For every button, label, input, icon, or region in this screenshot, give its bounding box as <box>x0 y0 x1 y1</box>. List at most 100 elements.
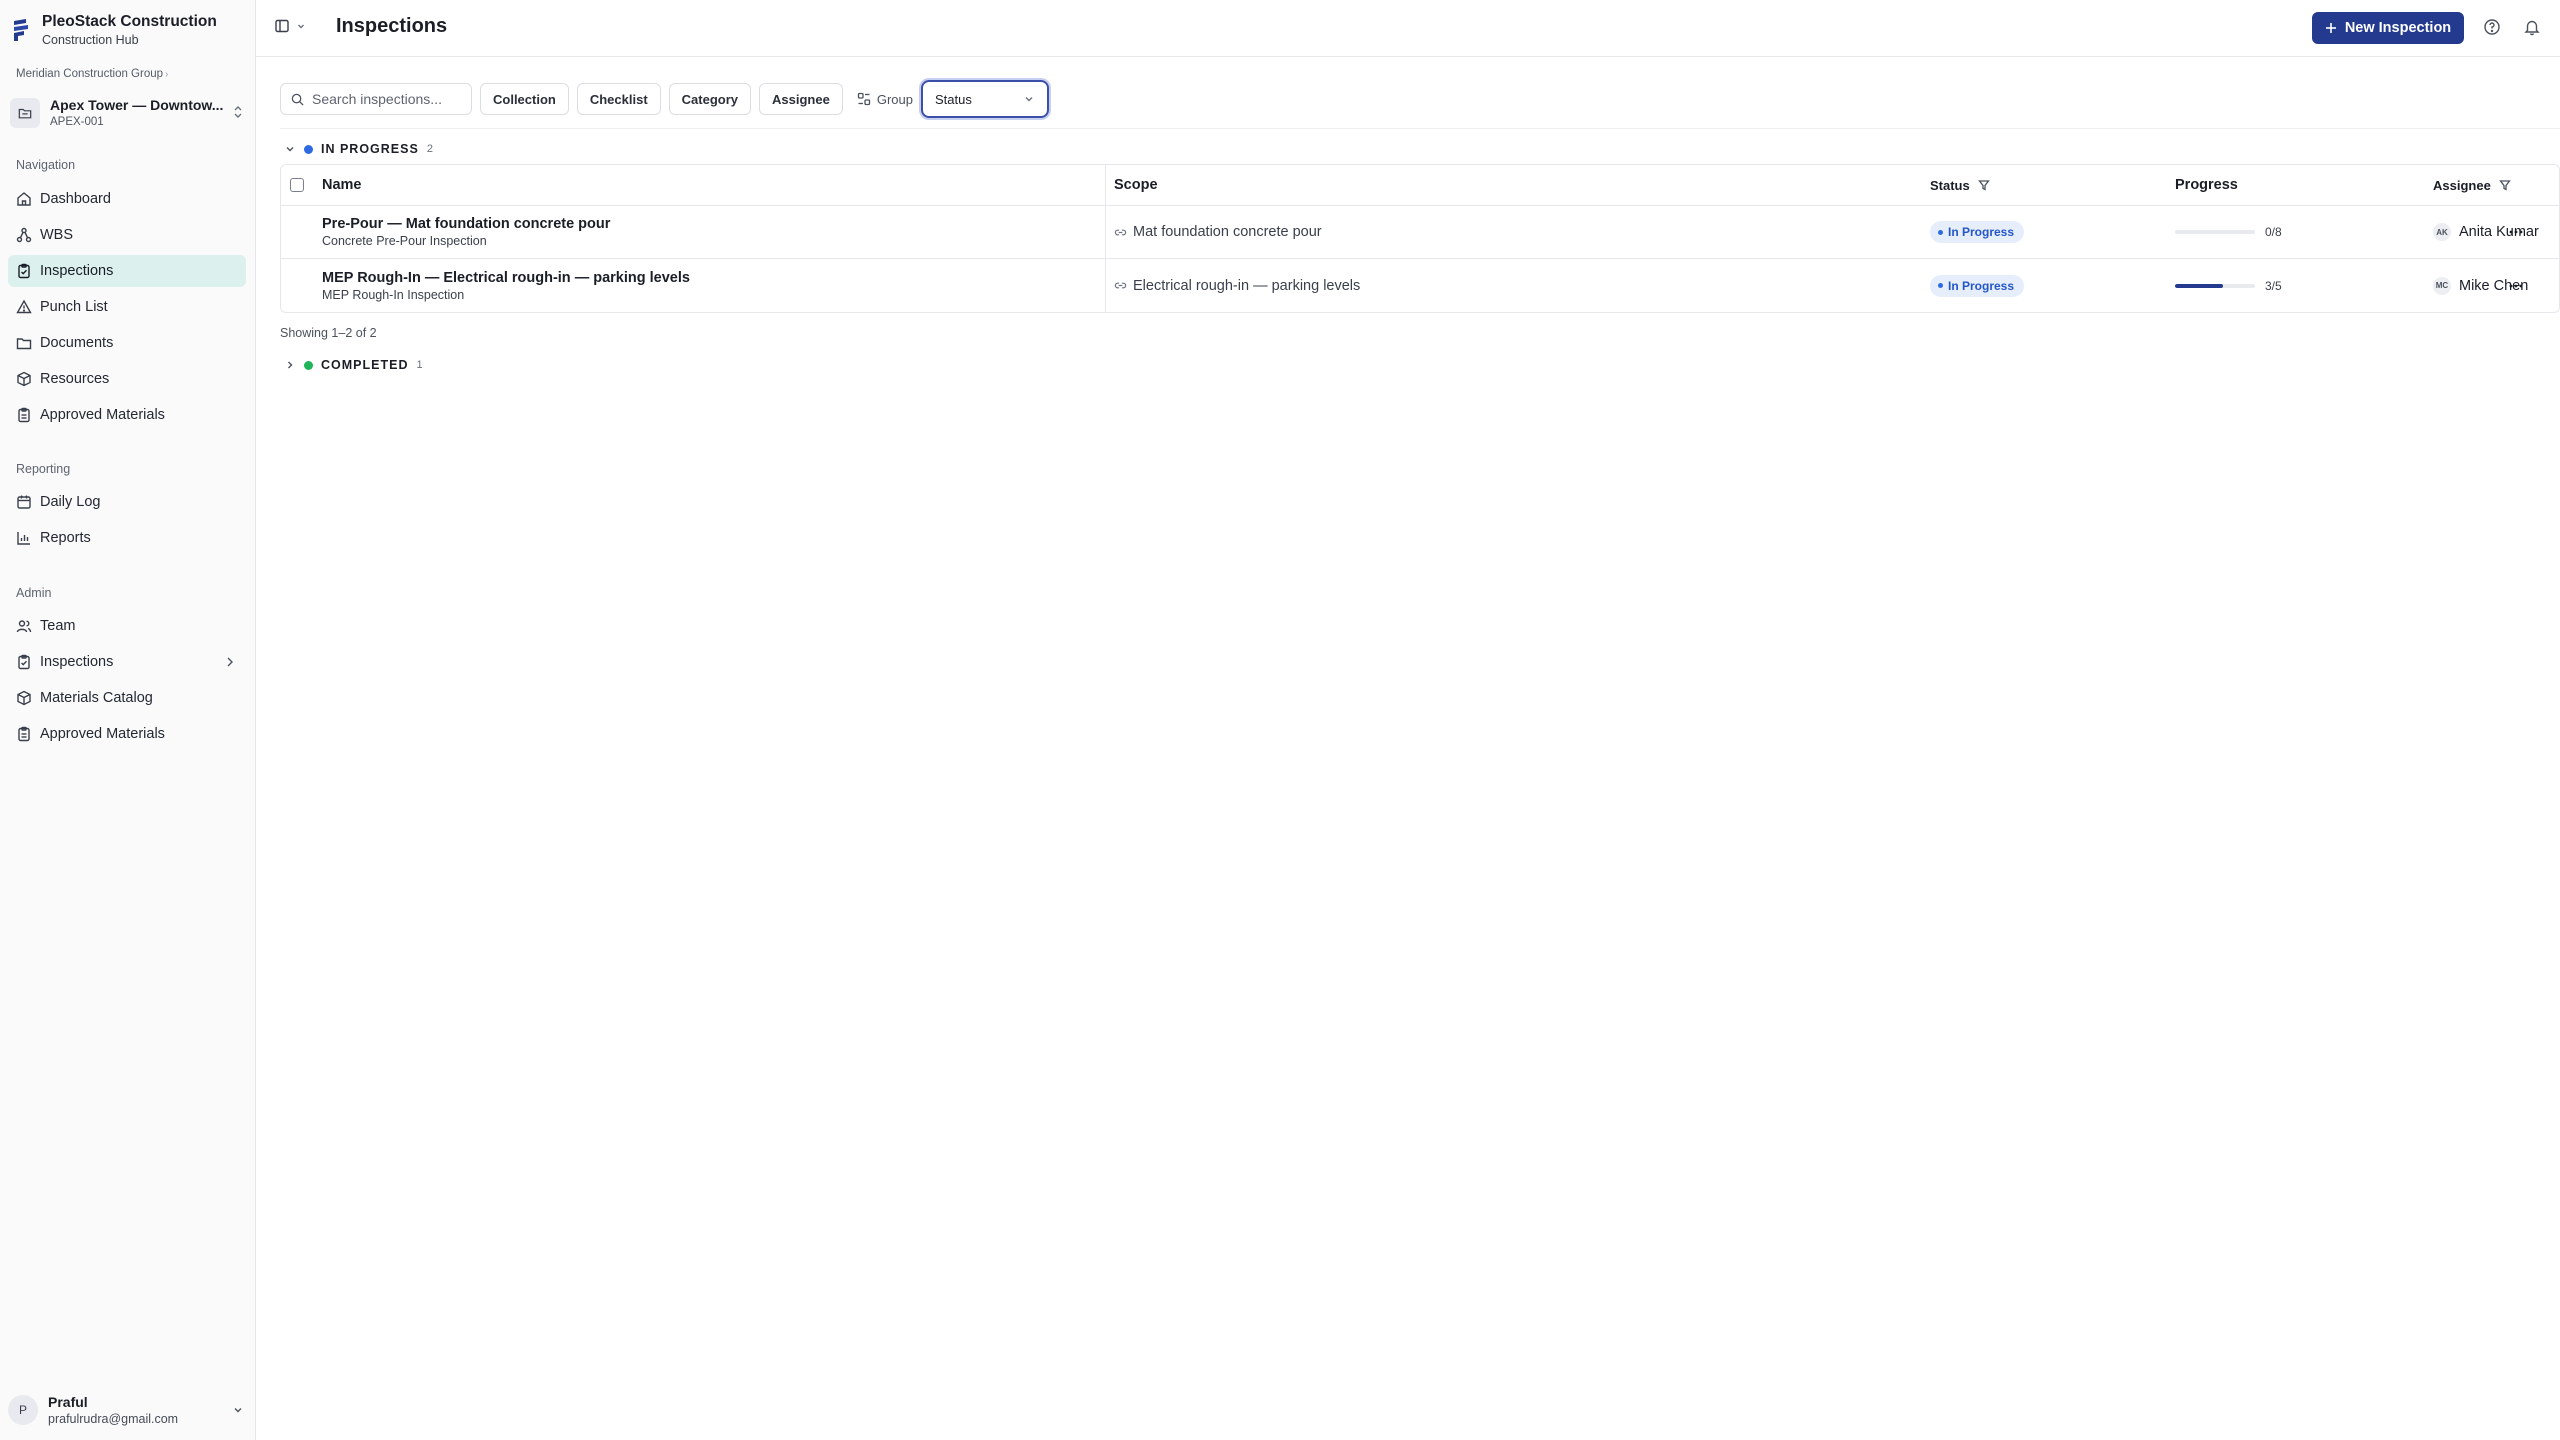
filter-icon[interactable] <box>1977 179 1990 191</box>
brand[interactable]: PleoStack Construction Construction Hub <box>12 12 217 48</box>
sidebar-item-dashboard[interactable]: Dashboard <box>8 183 246 215</box>
sidebar-item-label: Inspections <box>40 654 114 670</box>
help-icon[interactable] <box>2483 18 2501 36</box>
column-header-status[interactable]: Status <box>1930 165 1990 205</box>
sidebar-item-label: Dashboard <box>40 191 111 207</box>
table-row[interactable]: MEP Rough-In — Electrical rough-in — par… <box>281 259 2559 312</box>
sidebar-item-label: Materials Catalog <box>40 690 153 706</box>
new-inspection-label: New Inspection <box>2344 20 2452 36</box>
inspection-title[interactable]: MEP Rough-In — Electrical rough-in — par… <box>322 269 690 287</box>
column-divider <box>1105 165 1106 205</box>
folder-icon <box>10 98 40 128</box>
cube-icon <box>16 690 32 706</box>
status-badge: In Progress <box>1930 274 2025 297</box>
select-all-checkbox[interactable] <box>290 178 304 192</box>
pagination-summary: Showing 1–2 of 2 <box>280 326 377 340</box>
project-switcher[interactable]: Apex Tower — Downtow... APEX-001 <box>8 90 248 136</box>
group-label-text: Group <box>876 91 913 107</box>
column-divider <box>1105 206 1106 258</box>
search-box[interactable] <box>280 83 472 115</box>
org-breadcrumb[interactable]: Meridian Construction Group › <box>16 68 168 80</box>
sidebar-item-materials-catalog[interactable]: Materials Catalog <box>8 682 246 714</box>
filter-bar: Collection Checklist Category Assignee G… <box>280 80 1049 118</box>
sidebar-item-punch-list[interactable]: Punch List <box>8 291 246 323</box>
inspection-title[interactable]: Pre-Pour — Mat foundation concrete pour <box>322 215 610 233</box>
sidebar-item-resources[interactable]: Resources <box>8 363 246 395</box>
new-inspection-button[interactable]: New Inspection <box>2312 12 2464 44</box>
filter-icon[interactable] <box>2498 179 2511 191</box>
group-header-in-progress[interactable]: IN PROGRESS 2 <box>284 142 433 156</box>
column-header-name[interactable]: Name <box>322 165 362 205</box>
brand-logo-icon <box>14 19 28 41</box>
progress-text: 3/5 <box>2265 278 2282 293</box>
chevron-down-icon <box>298 24 304 29</box>
chevron-right-icon: › <box>165 69 169 80</box>
progress-text: 0/8 <box>2265 225 2282 239</box>
sidebar-item-inspections[interactable]: Inspections <box>8 255 246 287</box>
sidebar-panel-icon <box>275 19 289 33</box>
status-cell: In Progress <box>1930 206 2025 258</box>
users-icon <box>16 618 32 634</box>
scope-cell[interactable]: Mat foundation concrete pour <box>1114 206 1322 258</box>
section-label-reporting: Reporting <box>16 462 71 476</box>
sidebar-item-label: Approved Materials <box>40 726 165 742</box>
collection-filter-chip[interactable]: Collection <box>480 83 569 115</box>
sidebar-item-approved-materials[interactable]: Approved Materials <box>8 399 246 431</box>
assignee-filter-chip[interactable]: Assignee <box>759 83 843 115</box>
sidebar-item-label: Approved Materials <box>40 407 165 423</box>
group-by-select[interactable]: Status <box>920 80 1049 118</box>
checklist-filter-chip[interactable]: Checklist <box>576 83 661 115</box>
sidebar-toggle-button[interactable] <box>274 18 306 34</box>
sidebar-item-team[interactable]: Team <box>8 610 246 642</box>
chevron-right-icon <box>227 657 233 667</box>
group-header-completed[interactable]: COMPLETED 1 <box>284 358 423 372</box>
status-badge-dot <box>1938 229 1943 235</box>
sidebar-item-wbs[interactable]: WBS <box>8 219 246 251</box>
search-input[interactable] <box>312 91 462 107</box>
link-icon <box>1114 282 1127 289</box>
bell-icon[interactable] <box>2523 18 2541 36</box>
hierarchy-icon <box>16 227 32 243</box>
column-header-assignee-label: Assignee <box>2433 177 2491 193</box>
sidebar-item-admin-inspections[interactable]: Inspections <box>8 646 246 678</box>
status-cell: In Progress <box>1930 259 2025 312</box>
chevron-down-icon <box>286 147 294 152</box>
sidebar-item-admin-approved-materials[interactable]: Approved Materials <box>8 718 246 750</box>
scope-cell[interactable]: Electrical rough-in — parking levels <box>1114 259 1360 312</box>
table-row[interactable]: Pre-Pour — Mat foundation concrete pour … <box>281 206 2559 259</box>
sidebar-item-label: Daily Log <box>40 494 101 510</box>
assignee-avatar: MC <box>2433 276 2451 295</box>
divider <box>280 128 2560 129</box>
sidebar-item-reports[interactable]: Reports <box>8 522 246 554</box>
sidebar-item-label: WBS <box>40 227 74 243</box>
sidebar-item-daily-log[interactable]: Daily Log <box>8 486 246 518</box>
inspection-name-cell[interactable]: MEP Rough-In — Electrical rough-in — par… <box>322 259 690 312</box>
sidebar-item-label: Punch List <box>40 299 108 315</box>
bar-chart-icon <box>16 530 32 546</box>
clipboard-check-icon <box>16 654 32 670</box>
user-name: Praful <box>48 1393 88 1410</box>
inspections-table: Name Scope Status Progress Assignee Pre-… <box>280 164 2560 313</box>
sidebar-item-label: Reports <box>40 530 91 546</box>
row-actions-cell <box>2508 206 2524 258</box>
avatar: P <box>8 1395 38 1425</box>
column-header-assignee[interactable]: Assignee <box>2433 165 2511 205</box>
group-by-label: Group <box>857 92 913 107</box>
user-menu[interactable]: P Praful prafulrudra@gmail.com <box>8 1390 248 1430</box>
column-header-scope[interactable]: Scope <box>1114 165 1158 205</box>
sidebar-item-label: Documents <box>40 335 114 351</box>
folder-icon <box>16 335 32 351</box>
progress-track <box>2175 230 2255 234</box>
more-horizontal-icon[interactable] <box>2508 224 2524 240</box>
home-icon <box>16 191 32 207</box>
column-header-status-label: Status <box>1930 177 1970 193</box>
assignee-name: Anita Kumar <box>2459 224 2539 240</box>
clipboard-icon <box>16 407 32 423</box>
more-horizontal-icon[interactable] <box>2508 278 2524 294</box>
inspection-name-cell[interactable]: Pre-Pour — Mat foundation concrete pour … <box>322 206 610 258</box>
scope-text: Electrical rough-in — parking levels <box>1133 277 1361 294</box>
column-header-progress[interactable]: Progress <box>2175 165 2238 205</box>
assignee-avatar: AK <box>2433 223 2451 241</box>
sidebar-item-documents[interactable]: Documents <box>8 327 246 359</box>
category-filter-chip[interactable]: Category <box>668 83 752 115</box>
